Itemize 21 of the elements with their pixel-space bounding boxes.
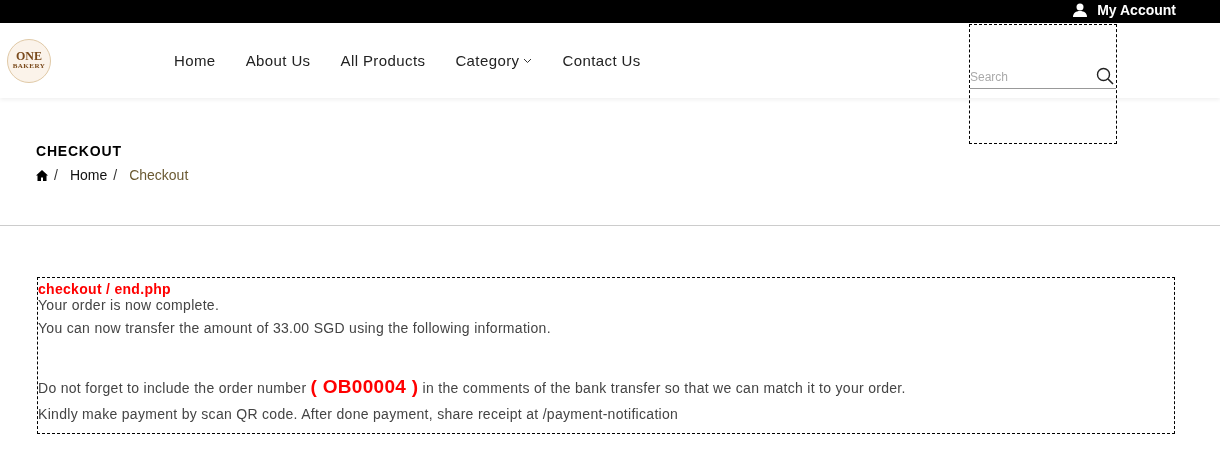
file-label: checkout / end.php bbox=[38, 281, 172, 297]
nav-link[interactable]: Home bbox=[174, 52, 216, 69]
user-icon bbox=[1073, 3, 1088, 17]
breadcrumb-separator: / bbox=[113, 167, 118, 183]
breadcrumb-link[interactable]: Checkout bbox=[129, 167, 189, 183]
message-text: Kindly make payment by scan QR code. After done payment, share receipt at /payment-notification bbox=[38, 405, 680, 424]
breadcrumb-link[interactable]: Home bbox=[69, 167, 108, 183]
chevron-down-icon bbox=[523, 57, 533, 64]
nav-link[interactable]: Contact Us bbox=[562, 52, 641, 69]
message-text: Your order is now complete. bbox=[38, 297, 221, 314]
search-field[interactable]: Search bbox=[970, 65, 1116, 89]
nav-link[interactable]: All Products bbox=[340, 52, 426, 69]
message-text: Do not forget to include the order number ( OB00004 ) in the comments of the bank transfer so that we can match it to your order. bbox=[38, 376, 907, 399]
home-icon[interactable] bbox=[36, 169, 48, 181]
breadcrumb-separator: / bbox=[54, 167, 58, 183]
account-link[interactable]: My Account bbox=[1073, 2, 1176, 18]
nav-link[interactable]: Category bbox=[455, 52, 533, 69]
page-title: CHECKOUT bbox=[36, 143, 123, 159]
nav-link[interactable]: About Us bbox=[245, 52, 311, 69]
message-text: You can now transfer the amount of 33.00 SGD using the following information. bbox=[38, 320, 552, 337]
search-icon[interactable] bbox=[1096, 67, 1114, 85]
